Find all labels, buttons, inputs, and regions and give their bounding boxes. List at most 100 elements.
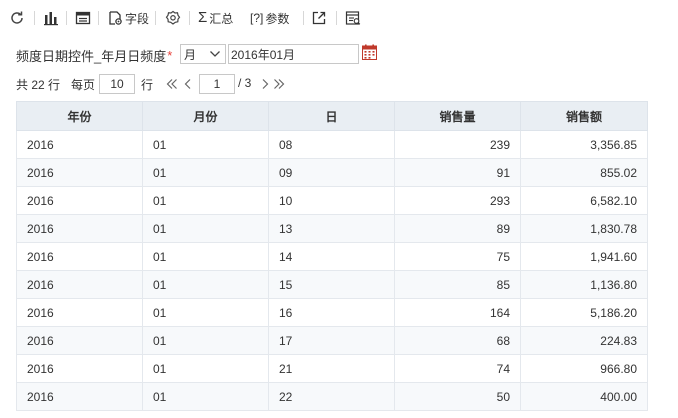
cell-sales-qty: 239 bbox=[394, 130, 521, 159]
toolbar-divider bbox=[98, 11, 99, 25]
cell-day: 16 bbox=[268, 298, 395, 327]
table-row: 2016 01 09 91 855.02 bbox=[16, 158, 648, 187]
cell-sales-qty: 68 bbox=[394, 326, 521, 355]
cell-month: 01 bbox=[142, 270, 269, 299]
required-mark: * bbox=[167, 47, 173, 63]
summary-button[interactable]: Σ 汇总 bbox=[198, 8, 233, 28]
filter-label: 频度日期控件_年月日频度 bbox=[16, 48, 167, 64]
toolbar-divider bbox=[303, 11, 304, 25]
cell-sales-amount: 3,356.85 bbox=[520, 130, 648, 159]
current-page-input[interactable] bbox=[199, 74, 235, 94]
refresh-button[interactable] bbox=[9, 8, 25, 28]
cell-sales-amount: 1,136.80 bbox=[520, 270, 648, 299]
cell-day: 15 bbox=[268, 270, 395, 299]
rows-unit-label: 行 bbox=[141, 78, 154, 92]
cell-year: 2016 bbox=[16, 382, 143, 411]
cell-day: 13 bbox=[268, 214, 395, 243]
cell-year: 2016 bbox=[16, 130, 143, 159]
cell-sales-amount: 400.00 bbox=[520, 382, 648, 411]
view-button[interactable] bbox=[345, 8, 361, 28]
cell-day: 21 bbox=[268, 354, 395, 383]
cell-year: 2016 bbox=[16, 298, 143, 327]
column-header-year[interactable]: 年份 bbox=[16, 101, 143, 131]
toolbar-divider bbox=[34, 11, 35, 25]
gear-icon bbox=[165, 10, 181, 26]
table-row: 2016 01 22 50 400.00 bbox=[16, 382, 648, 411]
cell-day: 14 bbox=[268, 242, 395, 271]
pager: 共 22 行 每页 行 / 3 bbox=[16, 74, 416, 94]
toolbar: 字段 Σ 汇总 [?] 参数 bbox=[0, 0, 678, 36]
cell-sales-amount: 966.80 bbox=[520, 354, 648, 383]
fields-label: 字段 bbox=[125, 11, 150, 26]
cell-sales-qty: 75 bbox=[394, 242, 521, 271]
cell-sales-qty: 293 bbox=[394, 186, 521, 215]
per-page-label: 每页 bbox=[71, 78, 96, 92]
params-button[interactable]: [?] 参数 bbox=[250, 8, 289, 28]
cell-sales-amount: 224.83 bbox=[520, 326, 648, 355]
cell-sales-qty: 50 bbox=[394, 382, 521, 411]
cell-sales-amount: 855.02 bbox=[520, 158, 648, 187]
data-table: 年份 月份 日 销售量 销售额 2016 01 08 239 3,356.85 … bbox=[16, 101, 648, 411]
chevron-down-icon bbox=[210, 51, 220, 57]
frequency-select[interactable]: 月 bbox=[180, 44, 226, 64]
cell-year: 2016 bbox=[16, 354, 143, 383]
table-row: 2016 01 10 293 6,582.10 bbox=[16, 186, 648, 215]
cell-month: 01 bbox=[142, 382, 269, 411]
table-icon bbox=[75, 10, 91, 26]
cell-month: 01 bbox=[142, 186, 269, 215]
cell-day: 17 bbox=[268, 326, 395, 355]
table-row: 2016 01 13 89 1,830.78 bbox=[16, 214, 648, 243]
view-icon bbox=[345, 10, 361, 26]
table-row: 2016 01 15 85 1,136.80 bbox=[16, 270, 648, 299]
cell-month: 01 bbox=[142, 214, 269, 243]
per-page-input[interactable] bbox=[99, 74, 135, 94]
total-pages-text: / 3 bbox=[238, 76, 252, 90]
column-header-day[interactable]: 日 bbox=[268, 101, 395, 131]
cell-year: 2016 bbox=[16, 158, 143, 187]
table-row: 2016 01 17 68 224.83 bbox=[16, 326, 648, 355]
cell-day: 08 bbox=[268, 130, 395, 159]
refresh-icon bbox=[9, 10, 25, 26]
cell-sales-qty: 74 bbox=[394, 354, 521, 383]
date-input[interactable] bbox=[228, 44, 359, 64]
settings-button[interactable] bbox=[165, 8, 181, 28]
params-prefix: [?] bbox=[250, 11, 264, 25]
column-header-sales-qty[interactable]: 销售量 bbox=[394, 101, 521, 131]
next-page-icon[interactable] bbox=[258, 77, 272, 91]
last-page-icon[interactable] bbox=[272, 77, 286, 91]
table-row: 2016 01 14 75 1,941.60 bbox=[16, 242, 648, 271]
sigma-icon: Σ bbox=[198, 9, 208, 26]
cell-year: 2016 bbox=[16, 326, 143, 355]
cell-sales-qty: 89 bbox=[394, 214, 521, 243]
cell-year: 2016 bbox=[16, 186, 143, 215]
calendar-icon[interactable] bbox=[362, 44, 377, 60]
total-rows-text: 共 22 行 bbox=[16, 78, 61, 92]
cell-sales-amount: 6,582.10 bbox=[520, 186, 648, 215]
prev-page-icon[interactable] bbox=[181, 77, 195, 91]
toolbar-divider bbox=[155, 11, 156, 25]
cell-day: 22 bbox=[268, 382, 395, 411]
chart-button[interactable] bbox=[43, 8, 59, 28]
cell-sales-qty: 85 bbox=[394, 270, 521, 299]
table-row: 2016 01 16 164 5,186.20 bbox=[16, 298, 648, 327]
cell-sales-amount: 1,941.60 bbox=[520, 242, 648, 271]
params-label: 参数 bbox=[265, 11, 290, 26]
cell-sales-qty: 91 bbox=[394, 158, 521, 187]
field-settings-icon bbox=[107, 10, 123, 26]
column-header-sales-amount[interactable]: 销售额 bbox=[520, 101, 648, 131]
frequency-value: 月 bbox=[184, 47, 197, 62]
cell-sales-amount: 5,186.20 bbox=[520, 298, 648, 327]
first-page-icon[interactable] bbox=[165, 77, 179, 91]
cell-month: 01 bbox=[142, 354, 269, 383]
cell-month: 01 bbox=[142, 242, 269, 271]
cell-sales-qty: 164 bbox=[394, 298, 521, 327]
cell-month: 01 bbox=[142, 326, 269, 355]
column-header-month[interactable]: 月份 bbox=[142, 101, 269, 131]
fields-button[interactable]: 字段 bbox=[107, 8, 149, 28]
toolbar-divider bbox=[336, 11, 337, 25]
table-button[interactable] bbox=[75, 8, 91, 28]
cell-month: 01 bbox=[142, 130, 269, 159]
table-header-row: 年份 月份 日 销售量 销售额 bbox=[16, 101, 648, 131]
cell-month: 01 bbox=[142, 158, 269, 187]
export-button[interactable] bbox=[311, 8, 327, 28]
